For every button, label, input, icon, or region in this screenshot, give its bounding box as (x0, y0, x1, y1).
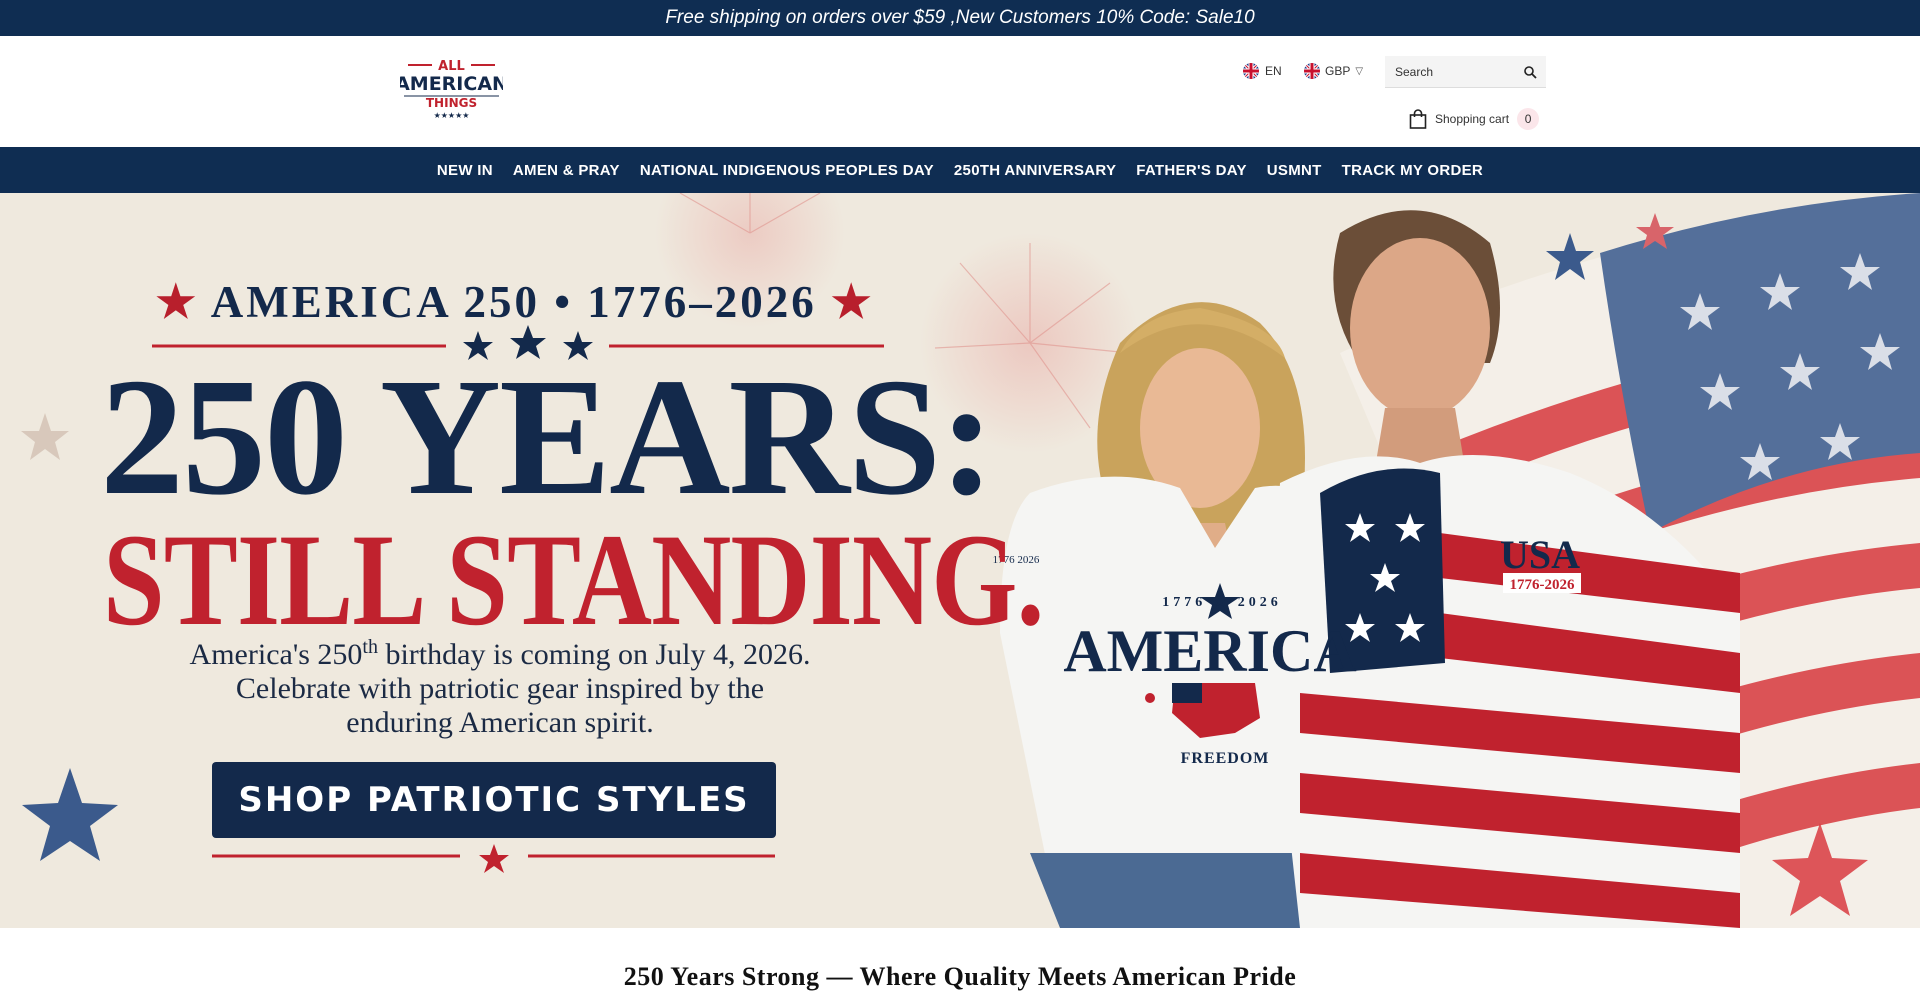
nav-item-fathers-day[interactable]: FATHER'S DAY (1136, 162, 1247, 179)
cart-label: Shopping cart (1435, 112, 1510, 126)
language-selector[interactable]: EN (1243, 63, 1282, 79)
shopping-bag-icon (1409, 109, 1427, 129)
shirt-man-word: USA (1500, 532, 1580, 577)
hero-eyebrow-text: AMERICA 250 • 1776–2026 (210, 277, 817, 327)
hero-eyebrow: ★ AMERICA 250 • 1776–2026 ★ (150, 275, 880, 328)
nav-item-amen-pray[interactable]: AMEN & PRAY (513, 162, 620, 179)
nav-item-usmnt[interactable]: USMNT (1267, 162, 1322, 179)
shirt-man-years: 1776-2026 (1510, 577, 1575, 593)
shop-patriotic-styles-button[interactable]: SHOP PATRIOTIC STYLES (212, 762, 776, 838)
hero-title-line1: 250 YEARS: (100, 344, 995, 530)
search-input[interactable] (1385, 64, 1515, 79)
currency-label: GBP (1325, 64, 1351, 78)
nav-item-250th-anniversary[interactable]: 250TH ANNIVERSARY (954, 162, 1116, 179)
hero-subtitle-b: birthday is coming on July 4, 2026. (377, 638, 811, 671)
chevron-down-icon: ▽ (1355, 65, 1364, 77)
star-icon: ★ (831, 277, 875, 327)
hero-subtitle-line2: Celebrate with patriotic gear inspired b… (235, 672, 765, 705)
cart-count-badge: 0 (1517, 108, 1540, 130)
shirt-woman-years: 1776 ★ 2026 (1162, 594, 1282, 610)
site-header: ALL AMERICAN THINGS ★★★★★ EN GBP ▽ Shopp… (0, 36, 1920, 147)
uk-flag-icon (1243, 63, 1259, 79)
logo-stars: ★★★★★ (434, 111, 470, 120)
shirt-woman-word: AMERICA (1063, 618, 1356, 684)
nav-item-new-in[interactable]: NEW IN (437, 162, 493, 179)
hero-banner[interactable]: 1776 ★ 2026 AMERICA FREEDOM 1776 2026 US… (0, 193, 1920, 928)
hero-title-line2: STILL STANDING. (103, 506, 1044, 653)
language-label: EN (1265, 64, 1282, 78)
star-icon: ★ (155, 277, 199, 327)
hero-subtitle-a: America's 250 (189, 638, 363, 671)
site-logo[interactable]: ALL AMERICAN THINGS ★★★★★ (395, 58, 508, 120)
hero-subtitle-line3: enduring American spirit. (346, 706, 654, 739)
logo-line1: ALL (438, 59, 465, 74)
search-icon[interactable] (1523, 65, 1537, 79)
announcement-text: Free shipping on orders over $59 ,New Cu… (665, 7, 1255, 28)
logo-line2: AMERICAN (400, 73, 503, 95)
announcement-bar: Free shipping on orders over $59 ,New Cu… (0, 0, 1920, 36)
section-heading: 250 Years Strong — Where Quality Meets A… (623, 962, 1297, 991)
currency-selector[interactable]: GBP ▽ (1304, 63, 1363, 79)
main-navigation: NEW IN AMEN & PRAY NATIONAL INDIGENOUS P… (0, 147, 1920, 193)
shirt-woman-footer: FREEDOM (1181, 750, 1270, 767)
hero-subtitle: America's 250th birthday is coming on Ju… (120, 630, 880, 740)
logo-line3: THINGS (426, 96, 477, 110)
uk-flag-icon (1304, 63, 1320, 79)
shopping-cart[interactable]: Shopping cart 0 (1409, 108, 1540, 130)
search-box (1385, 56, 1546, 88)
nav-item-indigenous-peoples-day[interactable]: NATIONAL INDIGENOUS PEOPLES DAY (640, 162, 934, 179)
hero-subtitle-sup: th (362, 636, 378, 658)
nav-item-track-order[interactable]: TRACK MY ORDER (1342, 162, 1483, 179)
